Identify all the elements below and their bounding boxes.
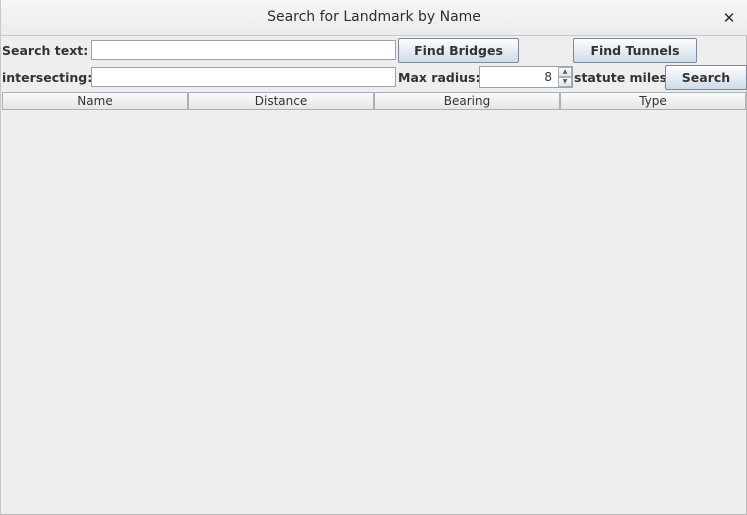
max-radius-value[interactable]: 8 — [480, 67, 554, 87]
units-label: statute miles — [574, 70, 668, 85]
search-text-label: Search text: — [2, 43, 89, 58]
max-radius-spinner[interactable]: 8 ▲ ▼ — [479, 66, 573, 88]
find-bridges-button[interactable]: Find Bridges — [398, 38, 519, 63]
column-header-distance[interactable]: Distance — [188, 93, 374, 109]
column-header-bearing[interactable]: Bearing — [374, 93, 560, 109]
title-bar: Search for Landmark by Name ✕ — [1, 0, 747, 36]
intersecting-label: intersecting: — [2, 70, 93, 85]
results-table-header: Name Distance Bearing Type — [2, 92, 746, 110]
close-icon[interactable]: ✕ — [719, 8, 739, 28]
search-text-input[interactable] — [91, 40, 396, 60]
find-tunnels-button[interactable]: Find Tunnels — [573, 38, 697, 63]
window-title: Search for Landmark by Name — [267, 9, 481, 25]
column-header-name[interactable]: Name — [2, 93, 188, 109]
chevron-down-icon[interactable]: ▼ — [558, 77, 572, 87]
chevron-up-icon[interactable]: ▲ — [558, 67, 572, 77]
max-radius-label: Max radius: — [398, 70, 481, 85]
landmark-search-dialog: Search for Landmark by Name ✕ Search tex… — [0, 0, 747, 515]
results-table-body[interactable] — [2, 110, 746, 513]
intersecting-input[interactable] — [91, 67, 396, 87]
search-button[interactable]: Search — [665, 65, 747, 90]
column-header-type[interactable]: Type — [560, 93, 746, 109]
